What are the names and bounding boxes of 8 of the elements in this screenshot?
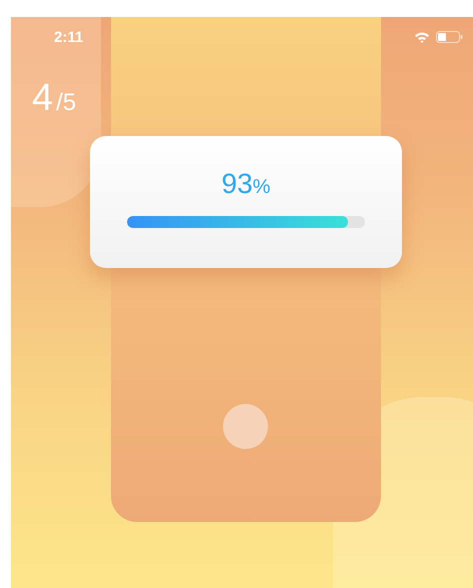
status-time: 2:11 bbox=[54, 28, 84, 46]
progress-percentage: 93 bbox=[222, 168, 253, 200]
home-button-circle bbox=[223, 404, 268, 449]
wifi-icon bbox=[414, 31, 430, 43]
battery-icon bbox=[436, 31, 463, 43]
percent-sign: % bbox=[252, 176, 270, 199]
total-steps: /5 bbox=[56, 89, 76, 117]
current-step: 4 bbox=[32, 77, 54, 120]
